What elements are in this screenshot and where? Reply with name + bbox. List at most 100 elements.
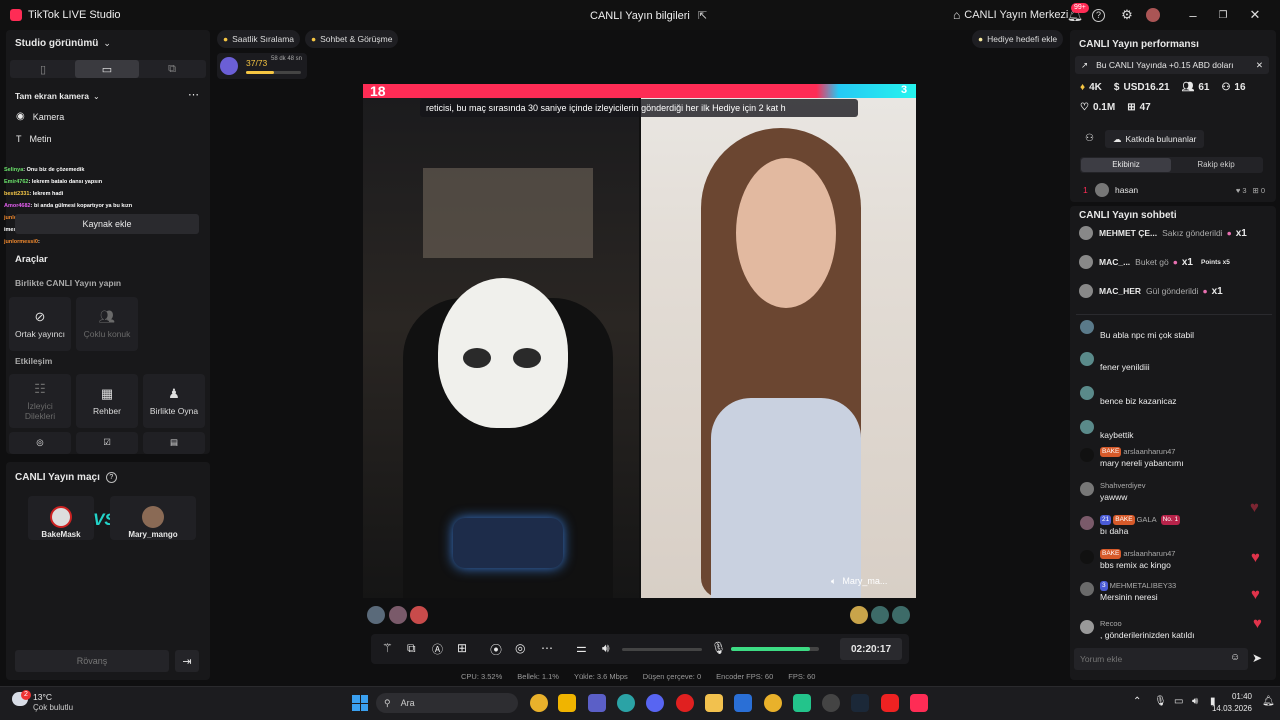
top-viewer-avatar-1[interactable] — [367, 606, 385, 624]
player2-avatar — [142, 506, 164, 528]
restore-icon[interactable]: ❐ — [1214, 6, 1232, 24]
volume-slider[interactable] — [622, 648, 702, 651]
chat-meet-chip[interactable]: ● Sohbet & Görüşme — [305, 30, 399, 48]
close-icon[interactable]: ✕ — [1246, 6, 1264, 24]
notifications-icon[interactable]: 🔔︎ — [1262, 696, 1275, 707]
clock-time[interactable]: 01:40 — [1222, 692, 1252, 701]
user-add-icon[interactable]: ⚇ — [1085, 133, 1094, 144]
taskbar-search[interactable]: ⚲ Ara — [376, 693, 518, 713]
tray-volume-icon[interactable]: 🔊︎ — [1192, 696, 1198, 707]
app-icon-2[interactable] — [822, 694, 840, 712]
file-explorer-icon[interactable] — [705, 694, 723, 712]
tray-chevron-icon[interactable]: ⌃ — [1133, 696, 1141, 707]
opponent-name-tag[interactable]: 🔈︎ Mary_ma... — [831, 576, 887, 587]
comment-input[interactable] — [1074, 648, 1224, 670]
source-text[interactable]: T Metin — [16, 134, 52, 144]
portrait-layout-icon[interactable]: ▯ — [11, 60, 75, 78]
windows-start-icon[interactable] — [352, 695, 368, 711]
store-icon[interactable] — [558, 694, 576, 712]
magic-wand-icon[interactable]: ⚚ — [382, 641, 393, 655]
settings-gear-icon[interactable]: ⚙ — [1118, 6, 1136, 24]
chrome-icon-2[interactable] — [764, 694, 782, 712]
volume-icon[interactable]: 🔊︎ — [602, 641, 610, 656]
gift-goal-widget[interactable]: 37/73 58 dk 48 sn — [217, 53, 307, 79]
co-host-tile[interactable]: ⊘ Ortak yayıncı — [9, 297, 71, 351]
chat-message[interactable]: fener yenildiii — [1078, 350, 1268, 372]
app-icon[interactable] — [793, 694, 811, 712]
chat-message[interactable]: BAKE arslaanharun47 mary nereli yabancımı — [1078, 446, 1268, 468]
send-icon[interactable]: ➤ — [1252, 651, 1262, 665]
help-icon[interactable]: ? — [105, 472, 117, 483]
add-source-button[interactable]: Kaynak ekle — [15, 214, 199, 234]
record-icon[interactable]: ⦿ — [490, 641, 502, 658]
viewer-requests-tile[interactable]: ☷ İzleyici Dilekleri — [9, 374, 71, 428]
chat-message[interactable]: 21 BAKE GALA No. 1 bı daha — [1078, 514, 1268, 536]
contributors-button[interactable]: ☁ Katkıda bulunanlar — [1105, 130, 1205, 148]
studio-view-dropdown[interactable]: Studio görünümü ⌄ — [15, 38, 111, 49]
chat-message[interactable]: Bu abla npc mi çok stabil — [1078, 318, 1268, 340]
opponent-viewer-avatar-1[interactable] — [850, 606, 868, 624]
ai-icon[interactable]: Ⓐ — [432, 641, 443, 657]
comment-input-box[interactable]: ☺ — [1074, 648, 1248, 670]
chat-message[interactable]: bence biz kazanicaz — [1078, 384, 1268, 406]
chat-message[interactable]: Shahverdiyev yawww — [1078, 480, 1268, 502]
dual-layout-icon[interactable]: ⧉ — [140, 60, 204, 78]
chat-message[interactable]: Recoo , gönderilerinizden katıldı — [1078, 618, 1268, 640]
emoji-icon[interactable]: ☺ — [1230, 652, 1240, 663]
audio-settings-icon[interactable]: ⚌ — [576, 641, 587, 655]
add-gift-goal-chip[interactable]: ● Hediye hedefi ekle — [972, 30, 1064, 48]
hourly-ranking-chip[interactable]: ● Saatlik Sıralama — [217, 30, 301, 48]
tray-mic-icon[interactable]: 🎙︎ — [1154, 696, 1167, 707]
dismiss-icon[interactable]: ✕ — [1256, 60, 1263, 71]
guide-tile[interactable]: ▦ Rehber — [76, 374, 138, 428]
discord-icon[interactable] — [646, 694, 664, 712]
more-options-icon[interactable]: ⋯ — [188, 88, 199, 101]
add-media-icon[interactable]: ⊞ — [457, 641, 467, 655]
edge-icon[interactable] — [617, 694, 635, 712]
opera-icon[interactable] — [676, 694, 694, 712]
chat-message[interactable]: kaybettik — [1078, 418, 1268, 440]
tab-rival[interactable]: Rakip ekip — [1171, 158, 1261, 172]
more-controls-icon[interactable]: ⋯ — [541, 641, 553, 655]
help-icon[interactable]: ? — [1092, 8, 1105, 22]
chat-message[interactable]: 3 MEHMETALIBEY33 Mersinin neresi — [1078, 580, 1268, 602]
source-camera[interactable]: ◉ Kamera — [16, 111, 64, 122]
mic-level-meter[interactable] — [731, 647, 819, 651]
top-viewer-avatar-2[interactable] — [389, 606, 407, 624]
tab-team[interactable]: Ekibiniz — [1081, 158, 1171, 172]
tool-tile-6[interactable]: ▤ — [143, 432, 205, 454]
chat-message[interactable]: BAKE arslaanharun47 bbs remix ac kingo — [1078, 548, 1268, 570]
minimize-icon[interactable]: – — [1184, 6, 1202, 24]
leave-match-icon[interactable]: ⇥ — [175, 650, 199, 672]
tool-tile-5[interactable]: ☑ — [76, 432, 138, 454]
tray-network-icon[interactable]: ▭ — [1174, 696, 1183, 707]
clock-date[interactable]: 14.03.2026 — [1203, 704, 1252, 713]
opponent-viewer-avatar-2[interactable] — [871, 606, 889, 624]
steam-icon[interactable] — [851, 694, 869, 712]
multi-guest-tile[interactable]: 👥︎ Çoklu konuk — [76, 297, 138, 351]
landscape-layout-icon[interactable]: ▭ — [75, 60, 139, 78]
youtube-icon[interactable] — [881, 694, 899, 712]
opponent-viewer-avatar-3[interactable] — [892, 606, 910, 624]
rematch-button[interactable]: Rövanş — [15, 650, 169, 672]
effects-icon[interactable]: ⧉ — [407, 641, 416, 656]
gift-row[interactable]: MEHMET ÇE... Sakız gönderildi ● x1 — [1079, 226, 1269, 240]
scene-dropdown[interactable]: Tam ekran kamera ⌄ — [15, 91, 100, 101]
stat-likes: 0.1M — [1092, 102, 1116, 113]
profile-avatar[interactable] — [1146, 8, 1160, 22]
capture-icon[interactable]: ◎ — [515, 641, 525, 655]
gift-row[interactable]: MAC_HER Gül gönderildi ● x1 — [1079, 284, 1269, 298]
tiktok-studio-icon[interactable] — [910, 694, 928, 712]
play-together-tile[interactable]: ♟ Birlikte Oyna — [143, 374, 205, 428]
live-center-button[interactable]: ⌂ CANLI Yayın Merkezi — [953, 0, 1068, 30]
top-contributor-row[interactable]: 1 hasan ♥ 3 ⊞ 0 — [1083, 183, 1265, 197]
teams-icon[interactable] — [588, 694, 606, 712]
tool-tile-4[interactable]: ◎ — [9, 432, 71, 454]
chat-username: arslaanharun47 — [1123, 447, 1176, 456]
mail-icon[interactable] — [734, 694, 752, 712]
top-viewer-avatar-3[interactable] — [410, 606, 428, 624]
gift-row[interactable]: MAC_... Buket gö ● x1 Points x5 — [1079, 255, 1269, 269]
chrome-icon[interactable] — [530, 694, 548, 712]
microphone-icon[interactable]: 🎙︎ — [711, 641, 726, 655]
live-info-button[interactable]: CANLI Yayın bilgileri ⇱ — [590, 9, 707, 23]
